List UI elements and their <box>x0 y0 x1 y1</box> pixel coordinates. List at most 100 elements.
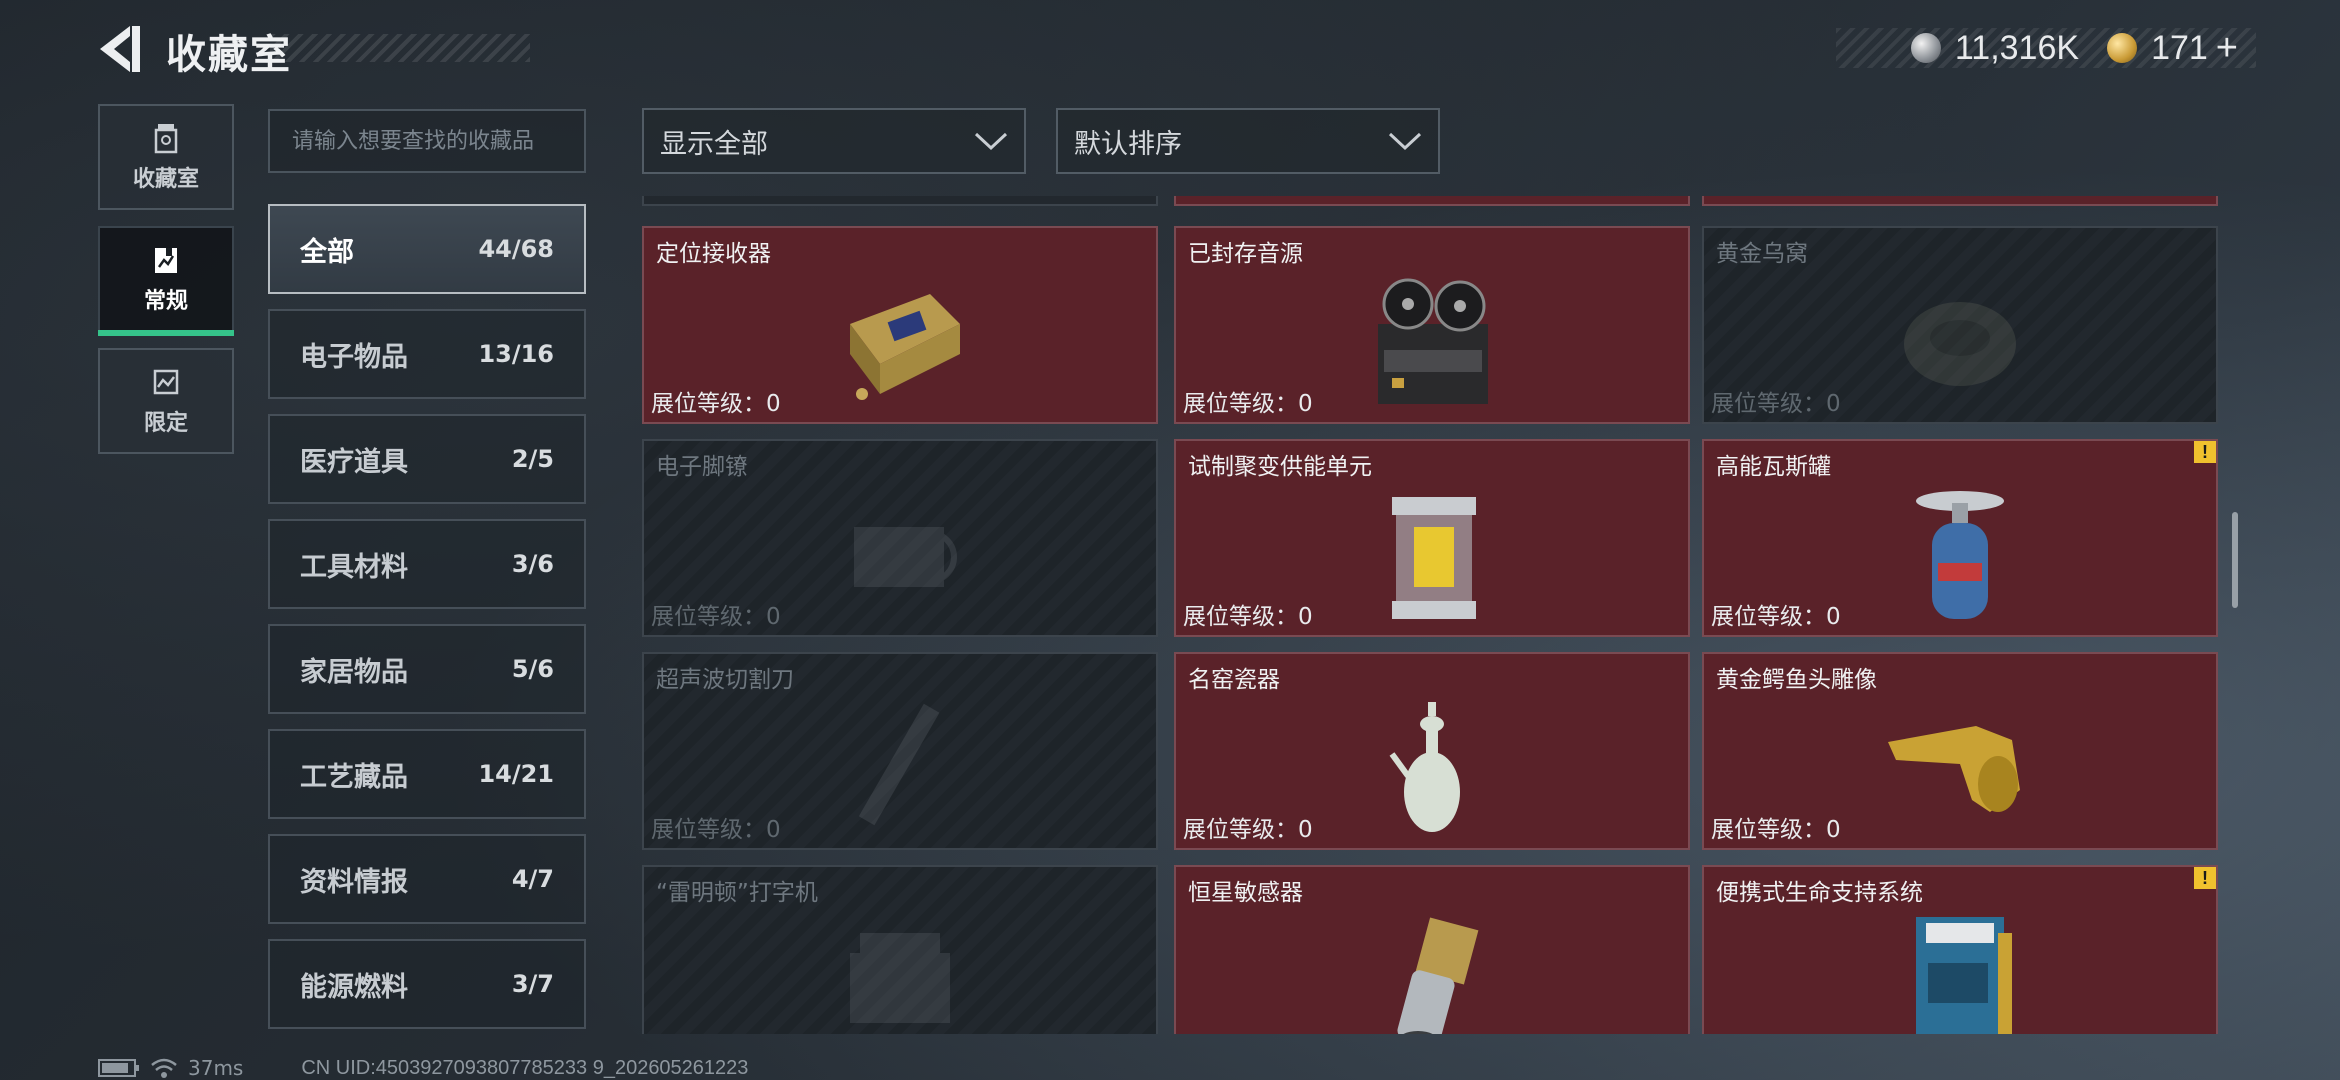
nav-tab-collection-room[interactable]: 收藏室 <box>98 104 234 210</box>
category-crafts[interactable]: 工艺藏品 14/21 <box>268 729 586 819</box>
alert-badge: ! <box>2194 867 2216 889</box>
partial-card <box>1174 196 1690 206</box>
back-arrow-icon <box>100 26 140 72</box>
nav-tab-label: 常规 <box>143 289 188 314</box>
collection-room-icon <box>154 124 178 154</box>
display-filter-value: 显示全部 <box>660 128 768 160</box>
user-uid: CN UID:4503927093807785233 9_20260526122… <box>301 1056 749 1079</box>
category-name: 工具材料 <box>300 551 408 583</box>
collection-item-card[interactable]: 黄金鳄鱼头雕像 展位等级：0 <box>1702 652 2218 850</box>
category-count: 3/6 <box>511 550 554 578</box>
item-level: 展位等级：0 <box>651 817 781 843</box>
item-name: 黄金乌窝 <box>1716 241 1808 267</box>
category-name: 电子物品 <box>300 341 408 373</box>
collection-item-card[interactable]: “雷明顿”打字机 <box>642 865 1158 1034</box>
status-bar: 37ms CN UID:4503927093807785233 9_202605… <box>98 1056 748 1080</box>
title-decoration <box>270 34 530 62</box>
ultrasonic-cutter-icon <box>858 703 940 826</box>
gold-coin-icon <box>2107 33 2138 63</box>
silver-coin-icon <box>1910 33 1941 63</box>
category-name: 能源燃料 <box>300 971 408 1003</box>
alert-badge: ! <box>2194 441 2216 463</box>
category-count: 3/7 <box>511 970 554 998</box>
category-name: 资料情报 <box>300 866 408 898</box>
item-level: 展位等级：0 <box>1711 817 1841 843</box>
fusion-power-unit-icon <box>1392 497 1476 619</box>
category-name: 工艺藏品 <box>300 761 408 793</box>
item-level: 展位等级：0 <box>1711 391 1841 417</box>
category-medical[interactable]: 医疗道具 2/5 <box>268 414 586 504</box>
item-name: 黄金鳄鱼头雕像 <box>1716 667 1877 693</box>
golden-nest-icon <box>1904 302 2016 386</box>
category-count: 2/5 <box>511 445 554 473</box>
display-filter-dropdown[interactable]: 显示全部 <box>642 108 1026 174</box>
ping-value: 37ms <box>188 1056 244 1080</box>
battery-icon <box>98 1059 139 1077</box>
porcelain-ewer-icon <box>1389 702 1460 832</box>
category-count: 14/21 <box>478 760 554 788</box>
gas-canister-icon <box>1916 491 2004 619</box>
collection-item-card[interactable]: 便携式生命支持系统 ! <box>1702 865 2218 1034</box>
gold-currency-value: 171 <box>2151 28 2208 67</box>
nav-tab-regular[interactable]: 常规 <box>98 226 234 336</box>
category-intel[interactable]: 资料情报 4/7 <box>268 834 586 924</box>
limited-album-icon <box>153 369 179 395</box>
typewriter-icon <box>850 933 950 1023</box>
collection-item-card[interactable]: 超声波切割刀 展位等级：0 <box>642 652 1158 850</box>
collection-item-card[interactable]: 高能瓦斯罐 展位等级：0 ! <box>1702 439 2218 637</box>
silver-currency-value: 11,316K <box>1954 28 2080 67</box>
reel-recorder-icon <box>1378 278 1488 404</box>
back-button[interactable] <box>96 22 146 76</box>
category-fuel[interactable]: 能源燃料 3/7 <box>268 939 586 1029</box>
search-input[interactable] <box>268 109 586 173</box>
page-title: 收藏室 <box>166 32 292 78</box>
item-level: 展位等级：0 <box>1183 391 1313 417</box>
electronic-shackle-icon <box>854 527 957 587</box>
item-name: 已封存音源 <box>1188 241 1303 267</box>
collection-item-card[interactable]: 恒星敏感器 <box>1174 865 1690 1034</box>
partial-card <box>642 196 1158 206</box>
nav-tab-limited[interactable]: 限定 <box>98 348 234 454</box>
collection-item-card[interactable]: 定位接收器 展位等级：0 <box>642 226 1158 424</box>
sort-value: 默认排序 <box>1074 128 1182 160</box>
collection-item-card[interactable]: 试制聚变供能单元 展位等级：0 <box>1174 439 1690 637</box>
star-sensor-icon <box>1397 917 1479 1034</box>
chevron-down-icon <box>974 132 1008 151</box>
regular-album-icon <box>155 248 177 273</box>
item-level: 展位等级：0 <box>1711 604 1841 630</box>
category-count: 4/7 <box>511 865 554 893</box>
locator-receiver-icon <box>850 294 960 400</box>
category-tools[interactable]: 工具材料 3/6 <box>268 519 586 609</box>
partial-card <box>1702 196 2218 206</box>
category-household[interactable]: 家居物品 5/6 <box>268 624 586 714</box>
category-name: 家居物品 <box>300 656 408 688</box>
item-level: 展位等级：0 <box>651 604 781 630</box>
category-name: 全部 <box>300 236 354 268</box>
collection-item-card[interactable]: 名窑瓷器 展位等级：0 <box>1174 652 1690 850</box>
currency-bar: 11,316K 171 + <box>1836 27 2256 70</box>
collection-grid[interactable]: 定位接收器 展位等级：0 已封存音源 展位等级：0 黄金乌窝 展位等级：0 电子… <box>642 196 2222 1034</box>
category-count: 44/68 <box>478 235 554 263</box>
collection-item-card[interactable]: 已封存音源 展位等级：0 <box>1174 226 1690 424</box>
life-support-system-icon <box>1916 917 2012 1034</box>
collection-item-card[interactable]: 黄金乌窝 展位等级：0 <box>1702 226 2218 424</box>
category-all[interactable]: 全部 44/68 <box>268 204 586 294</box>
add-currency-button[interactable]: + <box>2216 27 2238 70</box>
category-name: 医疗道具 <box>300 446 408 478</box>
collection-item-card[interactable]: 电子脚镣 展位等级：0 <box>642 439 1158 637</box>
wifi-icon <box>151 1058 177 1078</box>
item-name: 电子脚镣 <box>656 454 748 480</box>
item-name: “雷明顿”打字机 <box>656 880 818 906</box>
item-level: 展位等级：0 <box>1183 604 1313 630</box>
sort-dropdown[interactable]: 默认排序 <box>1056 108 1440 174</box>
item-level: 展位等级：0 <box>1183 817 1313 843</box>
grid-scrollbar[interactable] <box>2232 512 2238 608</box>
category-count: 5/6 <box>511 655 554 683</box>
item-name: 定位接收器 <box>656 241 771 267</box>
item-name: 便携式生命支持系统 <box>1716 880 1923 906</box>
item-name: 试制聚变供能单元 <box>1188 454 1372 480</box>
item-level: 展位等级：0 <box>651 391 781 417</box>
category-count: 13/16 <box>478 340 554 368</box>
item-name: 超声波切割刀 <box>656 667 794 693</box>
category-electronics[interactable]: 电子物品 13/16 <box>268 309 586 399</box>
